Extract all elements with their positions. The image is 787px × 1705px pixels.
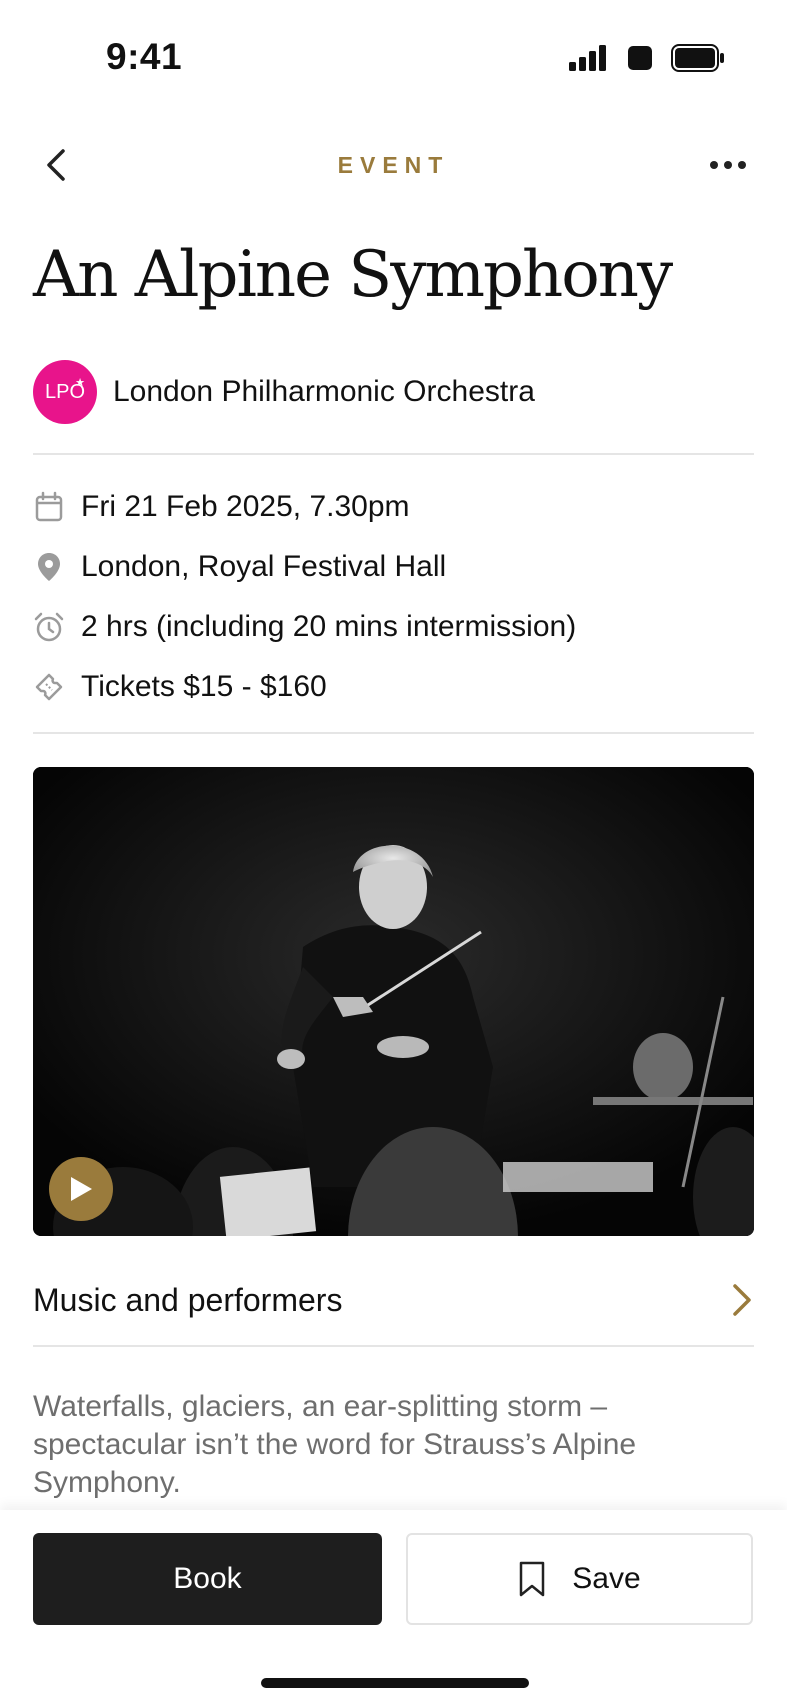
status-icons — [569, 44, 725, 72]
detail-duration: 2 hrs (including 20 mins intermission) — [33, 610, 576, 644]
music-and-performers-link[interactable]: Music and performers — [33, 1275, 754, 1325]
save-button-label: Save — [572, 1562, 641, 1595]
signal-icon — [569, 45, 606, 71]
detail-date-text: Fri 21 Feb 2025, 7.30pm — [81, 490, 410, 523]
event-video[interactable] — [33, 767, 754, 1236]
more-dots-icon — [710, 161, 746, 169]
detail-location-text: London, Royal Festival Hall — [81, 550, 447, 583]
divider — [33, 453, 754, 455]
battery-icon — [671, 44, 724, 72]
detail-tickets-text: Tickets $15 - $160 — [81, 670, 327, 703]
event-title: An Alpine Symphony — [33, 238, 673, 312]
chevron-right-icon — [733, 1284, 751, 1316]
detail-duration-text: 2 hrs (including 20 mins intermission) — [81, 610, 577, 643]
book-button-label: Book — [173, 1562, 242, 1595]
page-title: EVENT — [337, 152, 450, 178]
book-button[interactable]: Book — [33, 1533, 382, 1625]
save-button[interactable]: Save — [406, 1533, 753, 1625]
play-button[interactable] — [49, 1157, 113, 1221]
alarm-clock-icon — [34, 612, 64, 642]
organizer[interactable]: LPO ★ London Philharmonic Orchestra — [33, 360, 535, 424]
organizer-name: London Philharmonic Orchestra — [113, 375, 535, 408]
organizer-logo: LPO ★ — [33, 360, 97, 424]
ticket-icon — [35, 673, 63, 701]
bookmark-icon — [520, 1561, 545, 1597]
play-icon — [71, 1177, 92, 1201]
divider — [33, 1345, 754, 1347]
section-title: Music and performers — [33, 1281, 343, 1318]
wifi-icon — [628, 46, 652, 70]
divider — [33, 732, 754, 734]
event-description: Waterfalls, glaciers, an ear-splitting s… — [33, 1390, 637, 1499]
location-pin-icon — [38, 553, 60, 581]
status-time: 9:41 — [106, 36, 183, 77]
conductor-photo — [33, 767, 754, 1236]
detail-tickets[interactable]: Tickets $15 - $160 — [33, 670, 327, 704]
calendar-icon — [35, 491, 63, 522]
home-indicator — [261, 1678, 529, 1688]
more-options-button[interactable] — [707, 150, 749, 180]
detail-location[interactable]: London, Royal Festival Hall — [33, 550, 446, 584]
detail-date: Fri 21 Feb 2025, 7.30pm — [33, 490, 410, 524]
star-icon: ★ — [75, 377, 85, 389]
